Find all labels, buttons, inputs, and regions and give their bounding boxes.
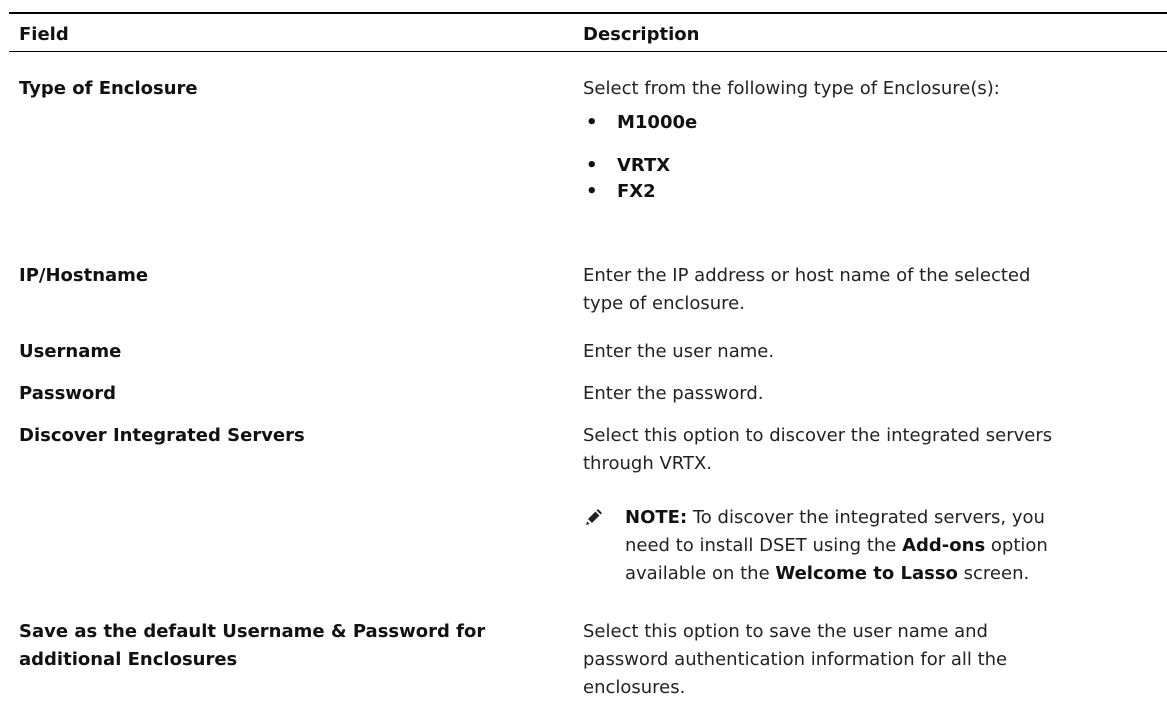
row-label-line: additional Enclosures	[19, 649, 238, 670]
pencil-note-icon	[586, 509, 602, 525]
row-label-line: Save as the default Username & Password …	[19, 621, 486, 642]
table-top-rule	[9, 12, 1167, 14]
list-item: FX2	[583, 178, 1167, 206]
table-header-rule	[9, 51, 1167, 52]
note-line1: To discover the integrated servers, you	[692, 507, 1045, 528]
row-desc-text: Select from the following type of Enclos…	[583, 78, 1000, 99]
row-label-save-default-credentials: Save as the default Username & Password …	[19, 618, 559, 674]
note-box: NOTE: To discover the integrated servers…	[583, 504, 1167, 588]
column-header-field: Field	[19, 24, 69, 45]
enclosure-options-list: M1000e VRTX FX2	[583, 109, 1167, 206]
row-desc-line: Select this option to save the user name…	[583, 621, 988, 642]
row-label-password: Password	[19, 383, 117, 404]
note-line: available on the Welcome to Lasso screen…	[625, 560, 1167, 588]
note-line: need to install DSET using the Add-ons o…	[625, 532, 1167, 560]
note-text-part: available on the	[625, 563, 770, 584]
row-desc-line: type of enclosure.	[583, 293, 745, 314]
note-text-part: option	[990, 535, 1048, 556]
note-line: NOTE: To discover the integrated servers…	[625, 504, 1167, 532]
row-label-discover-integrated-servers: Discover Integrated Servers	[19, 425, 305, 446]
add-ons-term: Add-ons	[902, 535, 986, 556]
row-desc-line: enclosures.	[583, 677, 686, 698]
list-item: M1000e	[583, 109, 1167, 137]
row-label-username: Username	[19, 341, 122, 362]
row-label-ip-hostname: IP/Hostname	[19, 265, 149, 286]
row-desc-ip-hostname: Enter the IP address or host name of the…	[583, 262, 1167, 318]
row-desc-discover-integrated-servers: Select this option to discover the integ…	[583, 422, 1167, 478]
row-desc-type-of-enclosure: Select from the following type of Enclos…	[583, 75, 1167, 206]
row-desc-line: password authentication information for …	[583, 649, 1008, 670]
row-desc-line: through VRTX.	[583, 453, 713, 474]
row-desc-line: Select this option to discover the integ…	[583, 425, 1053, 446]
column-header-description: Description	[583, 24, 700, 45]
note-text-part: need to install DSET using the	[625, 535, 897, 556]
row-label-type-of-enclosure: Type of Enclosure	[19, 78, 198, 99]
list-item: VRTX	[583, 152, 1167, 180]
note-prefix: NOTE:	[625, 507, 688, 528]
note-text: NOTE: To discover the integrated servers…	[625, 504, 1167, 588]
row-desc-password: Enter the password.	[583, 383, 764, 404]
note-text-part: screen.	[963, 563, 1030, 584]
welcome-to-lasso-term: Welcome to Lasso	[775, 563, 958, 584]
row-desc-line: Enter the IP address or host name of the…	[583, 265, 1031, 286]
row-desc-username: Enter the user name.	[583, 341, 775, 362]
row-desc-save-default-credentials: Select this option to save the user name…	[583, 618, 1167, 702]
